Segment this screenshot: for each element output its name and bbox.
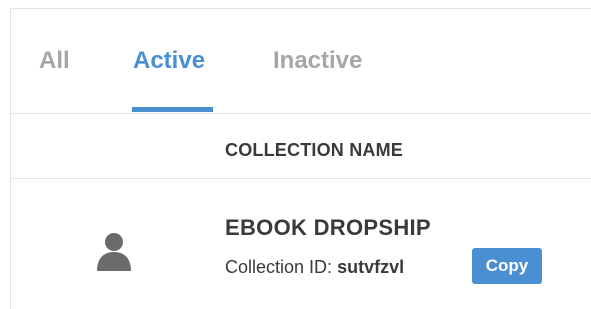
collection-id-line: Collection ID: sutvfzvl bbox=[225, 257, 404, 278]
tab-all[interactable]: All bbox=[39, 47, 70, 75]
tab-bar: All Active Inactive bbox=[11, 9, 591, 114]
collection-id-label: Collection ID: bbox=[225, 257, 333, 277]
copy-button[interactable]: Copy bbox=[472, 248, 542, 284]
collection-id-value: sutvfzvl bbox=[337, 257, 405, 277]
collections-panel: All Active Inactive COLLECTION NAME EBOO… bbox=[10, 8, 591, 309]
tab-inactive[interactable]: Inactive bbox=[273, 47, 362, 75]
user-icon bbox=[97, 233, 131, 271]
tab-active[interactable]: Active bbox=[133, 47, 205, 75]
column-header-collection-name[interactable]: COLLECTION NAME bbox=[225, 140, 403, 161]
table-header: COLLECTION NAME bbox=[11, 114, 591, 179]
collection-name[interactable]: EBOOK DROPSHIP bbox=[225, 215, 431, 241]
active-tab-indicator bbox=[132, 107, 213, 112]
table-row: EBOOK DROPSHIP Collection ID: sutvfzvl C… bbox=[11, 179, 591, 309]
